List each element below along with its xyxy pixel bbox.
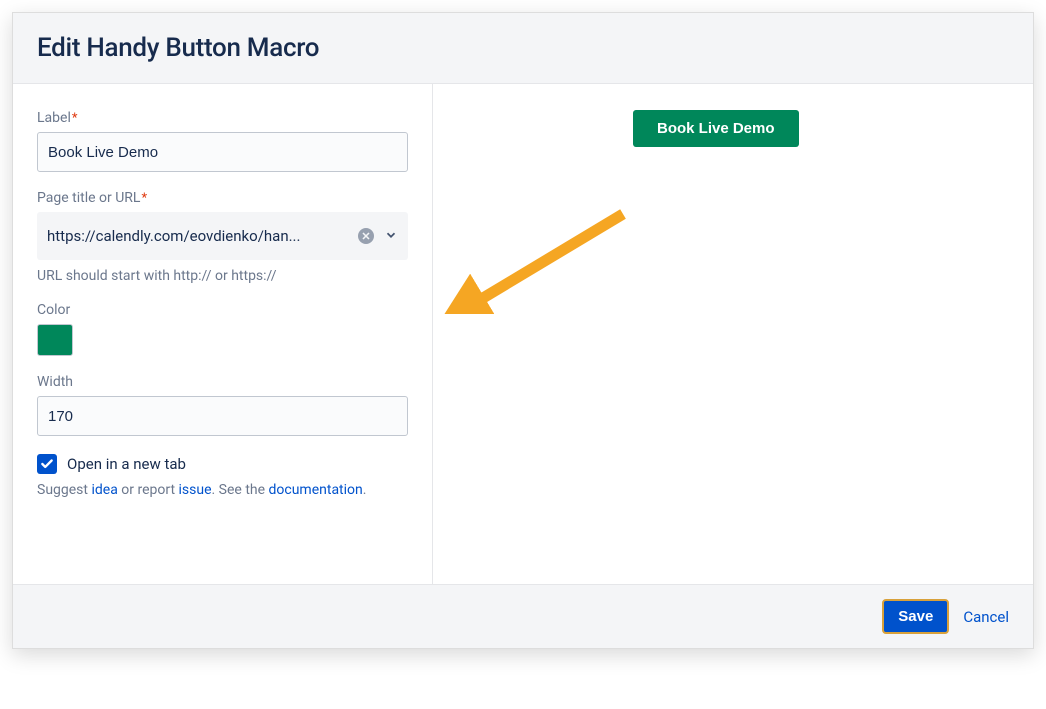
new-tab-checkbox[interactable] — [37, 454, 57, 474]
idea-link[interactable]: idea — [91, 482, 117, 498]
required-indicator: * — [72, 111, 78, 126]
dialog-footer: Save Cancel — [13, 584, 1033, 648]
color-field-label: Color — [37, 302, 408, 318]
new-tab-label: Open in a new tab — [67, 455, 186, 473]
footer-text-segment: or report — [118, 482, 179, 498]
dialog-title: Edit Handy Button Macro — [37, 33, 1009, 63]
save-button[interactable]: Save — [882, 599, 949, 634]
issue-link[interactable]: issue — [179, 482, 212, 498]
width-field-group: Width — [37, 374, 408, 436]
cancel-button[interactable]: Cancel — [963, 608, 1009, 626]
url-field-group: Page title or URL* https://calendly.com/… — [37, 190, 408, 284]
macro-edit-dialog: Edit Handy Button Macro Label* Page titl… — [12, 12, 1034, 649]
new-tab-checkbox-row: Open in a new tab — [37, 454, 408, 474]
footer-text-segment: . — [363, 482, 367, 498]
url-value: https://calendly.com/eovdienko/han... — [47, 227, 358, 245]
required-indicator: * — [141, 191, 147, 206]
form-footer-text: Suggest idea or report issue. See the do… — [37, 482, 408, 498]
label-text: Label — [37, 110, 71, 126]
preview-panel: Book Live Demo — [433, 84, 1033, 584]
width-field-label: Width — [37, 374, 408, 390]
form-panel: Label* Page title or URL* https://calend… — [13, 84, 433, 584]
arrow-annotation-icon — [443, 114, 643, 314]
documentation-link[interactable]: documentation — [269, 482, 363, 498]
color-picker[interactable] — [37, 324, 73, 356]
preview-demo-button[interactable]: Book Live Demo — [633, 110, 799, 147]
url-help-text: URL should start with http:// or https:/… — [37, 268, 408, 284]
color-field-group: Color — [37, 302, 408, 356]
label-text: Page title or URL — [37, 190, 140, 206]
dialog-header: Edit Handy Button Macro — [13, 13, 1033, 84]
clear-icon[interactable]: ✕ — [358, 228, 374, 244]
chevron-down-icon[interactable] — [384, 227, 398, 246]
footer-text-segment: . See the — [212, 482, 269, 498]
label-field-label: Label* — [37, 110, 408, 126]
label-input[interactable] — [37, 132, 408, 172]
width-input[interactable] — [37, 396, 408, 436]
url-field-label: Page title or URL* — [37, 190, 408, 206]
dialog-body: Label* Page title or URL* https://calend… — [13, 84, 1033, 584]
footer-text-segment: Suggest — [37, 482, 91, 498]
label-field-group: Label* — [37, 110, 408, 172]
url-input-container[interactable]: https://calendly.com/eovdienko/han... ✕ — [37, 212, 408, 260]
